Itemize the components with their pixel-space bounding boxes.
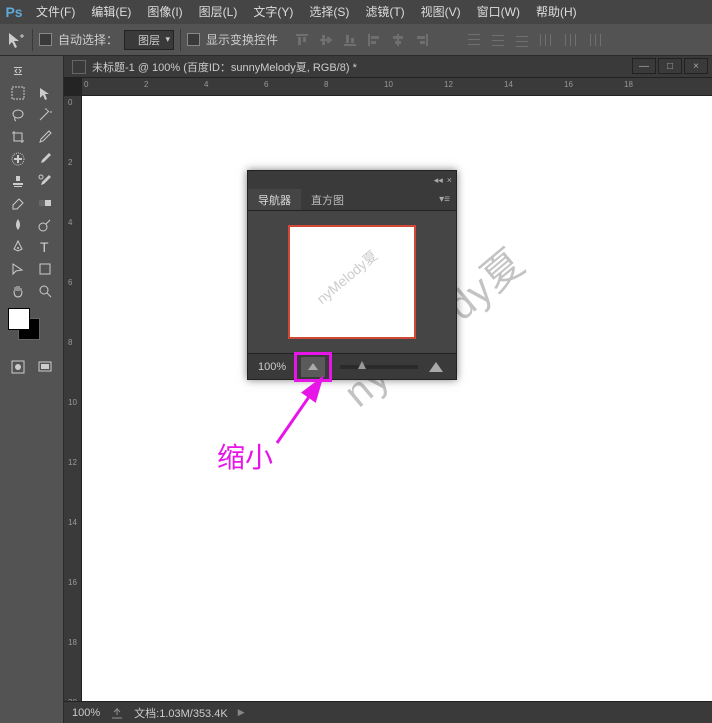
menu-view[interactable]: 视图(V) bbox=[413, 0, 469, 24]
eyedropper-tool[interactable] bbox=[32, 126, 60, 148]
dodge-tool[interactable] bbox=[32, 214, 60, 236]
pen-tool[interactable] bbox=[4, 236, 32, 258]
align-vcenter-icon[interactable] bbox=[316, 30, 336, 50]
show-transform-checkbox[interactable] bbox=[187, 33, 200, 46]
gradient-tool[interactable] bbox=[32, 192, 60, 214]
crop-tool[interactable] bbox=[4, 126, 32, 148]
menu-filter[interactable]: 滤镜(T) bbox=[357, 0, 412, 24]
menu-image[interactable]: 图像(I) bbox=[139, 0, 190, 24]
maximize-button[interactable]: □ bbox=[658, 58, 682, 74]
quickmask-tool[interactable] bbox=[4, 356, 32, 378]
annotation-label: 缩小 bbox=[217, 436, 273, 476]
distribute-vcenter-icon[interactable] bbox=[488, 30, 508, 50]
move-tool-indicator-icon bbox=[6, 30, 26, 50]
zoom-in-button[interactable] bbox=[426, 360, 446, 374]
lasso-tool[interactable] bbox=[4, 104, 32, 126]
blur-tool[interactable] bbox=[4, 214, 32, 236]
screenmode-tool[interactable] bbox=[32, 356, 60, 378]
thumb-watermark: nyMelody夏 bbox=[312, 246, 381, 309]
menu-layer[interactable]: 图层(L) bbox=[191, 0, 246, 24]
marquee-tool[interactable] bbox=[4, 82, 32, 104]
svg-text:T: T bbox=[40, 239, 49, 255]
navigator-panel[interactable]: ◂◂ × 导航器 直方图 ▾≡ nyMelody夏 100% bbox=[247, 170, 457, 380]
menu-edit[interactable]: 编辑(E) bbox=[83, 0, 139, 24]
zoom-tool[interactable] bbox=[32, 280, 60, 302]
distribute-bottom-icon[interactable] bbox=[512, 30, 532, 50]
navigator-thumbnail[interactable]: nyMelody夏 bbox=[288, 225, 416, 339]
document-title: 未标题-1 @ 100% (百度ID：sunnyMelody夏, RGB/8) … bbox=[92, 59, 357, 75]
distribute-top-icon[interactable] bbox=[464, 30, 484, 50]
align-bottom-icon[interactable] bbox=[340, 30, 360, 50]
healing-tool[interactable] bbox=[4, 148, 32, 170]
tab-navigator[interactable]: 导航器 bbox=[248, 189, 301, 210]
panel-menu-icon[interactable]: ▾≡ bbox=[433, 189, 456, 210]
align-hcenter-icon[interactable] bbox=[388, 30, 408, 50]
divider bbox=[180, 29, 181, 51]
navigator-zoom-value[interactable]: 100% bbox=[258, 361, 286, 373]
panel-collapse-icon[interactable]: ◂◂ bbox=[434, 175, 443, 186]
zoom-in-icon bbox=[429, 362, 443, 372]
panel-close-icon[interactable]: × bbox=[447, 175, 452, 185]
canvas[interactable]: nyMelody夏 ◂◂ × 导航器 直方图 ▾≡ nyMelody夏 bbox=[82, 96, 712, 701]
type-tool[interactable]: T bbox=[32, 236, 60, 258]
hand-tool[interactable] bbox=[4, 280, 32, 302]
status-doc-size[interactable]: 文档:1.03M/353.4K bbox=[134, 705, 228, 721]
distribute-left-icon[interactable] bbox=[536, 30, 556, 50]
foreground-color[interactable] bbox=[8, 308, 30, 330]
align-left-icon[interactable] bbox=[364, 30, 384, 50]
auto-select-dropdown[interactable]: 图层 bbox=[124, 30, 174, 50]
distribute-right-icon[interactable] bbox=[584, 30, 604, 50]
menu-file[interactable]: 文件(F) bbox=[28, 0, 83, 24]
status-bar: 100% 文档:1.03M/353.4K ▶ bbox=[64, 701, 712, 723]
tab-histogram[interactable]: 直方图 bbox=[301, 189, 354, 210]
auto-select-label: 自动选择： bbox=[58, 31, 118, 48]
history-brush-tool[interactable] bbox=[32, 170, 60, 192]
vertical-ruler: 02468101214161820 bbox=[64, 96, 82, 701]
expand-tool[interactable] bbox=[4, 60, 32, 82]
zoom-slider[interactable] bbox=[340, 365, 418, 369]
align-right-icon[interactable] bbox=[412, 30, 432, 50]
status-zoom[interactable]: 100% bbox=[72, 707, 100, 719]
menu-type[interactable]: 文字(Y) bbox=[245, 0, 301, 24]
status-export-icon[interactable] bbox=[110, 706, 124, 720]
show-transform-label: 显示变换控件 bbox=[206, 31, 278, 48]
color-swatch[interactable] bbox=[8, 308, 40, 340]
close-button[interactable]: × bbox=[684, 58, 708, 74]
horizontal-ruler: 024681012141618 bbox=[82, 78, 712, 96]
brush-tool[interactable] bbox=[32, 148, 60, 170]
minimize-button[interactable]: — bbox=[632, 58, 656, 74]
divider bbox=[32, 29, 33, 51]
move-tool[interactable] bbox=[32, 82, 60, 104]
stamp-tool[interactable] bbox=[4, 170, 32, 192]
menu-window[interactable]: 窗口(W) bbox=[469, 0, 528, 24]
shape-tool[interactable] bbox=[32, 258, 60, 280]
document-tab[interactable]: 未标题-1 @ 100% (百度ID：sunnyMelody夏, RGB/8) … bbox=[64, 56, 712, 78]
app-logo: Ps bbox=[0, 0, 28, 24]
magic-wand-tool[interactable] bbox=[32, 104, 60, 126]
menu-help[interactable]: 帮助(H) bbox=[528, 0, 585, 24]
toolbox: T bbox=[0, 56, 64, 723]
distribute-hcenter-icon[interactable] bbox=[560, 30, 580, 50]
eraser-tool[interactable] bbox=[4, 192, 32, 214]
auto-select-checkbox[interactable] bbox=[39, 33, 52, 46]
annotation-arrow bbox=[262, 368, 352, 458]
document-icon bbox=[72, 60, 86, 74]
align-top-icon[interactable] bbox=[292, 30, 312, 50]
menu-select[interactable]: 选择(S) bbox=[301, 0, 357, 24]
zoom-out-icon bbox=[308, 363, 318, 370]
path-select-tool[interactable] bbox=[4, 258, 32, 280]
zoom-out-button[interactable] bbox=[294, 352, 332, 382]
